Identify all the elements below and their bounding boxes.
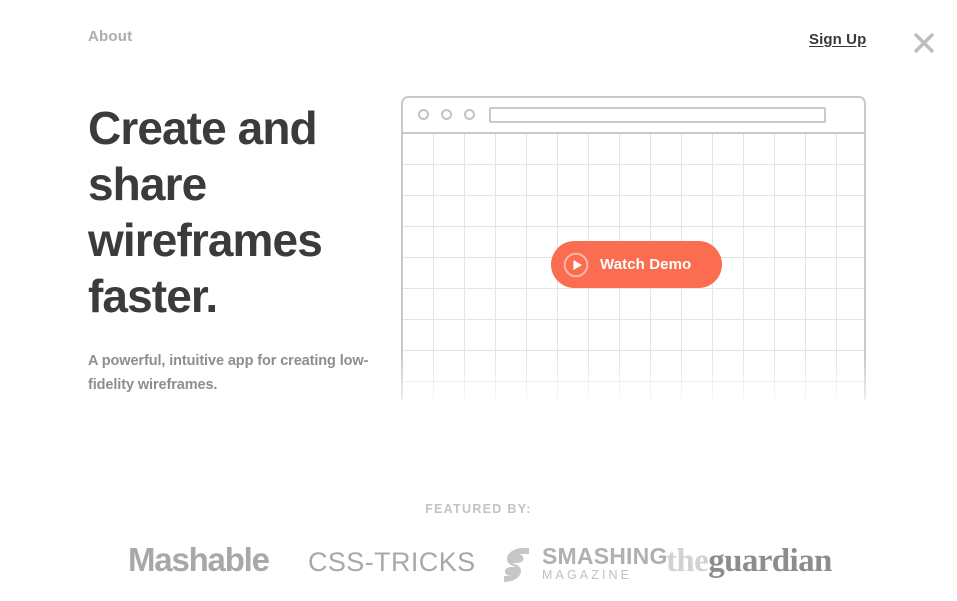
featured-by-label: FEATURED BY: (425, 502, 532, 516)
logo-smashing-magazine: SMASHING MAGAZINE (499, 544, 668, 584)
logo-mashable: Mashable (128, 541, 270, 578)
smashing-wordmark: SMASHING MAGAZINE (542, 544, 668, 582)
window-dot-minimize (441, 109, 452, 120)
play-icon (563, 252, 589, 278)
guardian-name: guardian (708, 543, 832, 579)
featured-logos: Mashable CSS-TRICKS SMASHING MAGAZINE th… (0, 541, 957, 596)
browser-mockup: Watch Demo (401, 96, 866, 401)
about-link[interactable]: About (88, 28, 132, 45)
smashing-name: SMASHING (542, 543, 668, 569)
browser-mockup-frame: Watch Demo (401, 96, 866, 401)
wireframe-canvas-grid: Watch Demo (403, 134, 864, 401)
page-subtitle: A powerful, intuitive app for creating l… (88, 353, 369, 393)
address-bar[interactable] (489, 107, 826, 123)
top-bar: About Sign Up (0, 0, 957, 78)
page-title: Create and share wireframes faster. (88, 102, 323, 322)
logo-the-guardian: theguardian (666, 543, 832, 580)
close-icon[interactable] (910, 29, 938, 57)
watch-demo-label: Watch Demo (600, 256, 692, 273)
window-dot-close (418, 109, 429, 120)
browser-chrome-bar (403, 98, 864, 134)
smashing-s-mark-icon (499, 546, 535, 584)
logo-css-tricks: CSS-TRICKS (308, 547, 476, 577)
smashing-subtitle: MAGAZINE (542, 568, 633, 582)
window-dot-maximize (464, 109, 475, 120)
sign-up-link[interactable]: Sign Up (809, 31, 866, 48)
guardian-the: the (666, 543, 709, 579)
watch-demo-button[interactable]: Watch Demo (551, 241, 722, 288)
